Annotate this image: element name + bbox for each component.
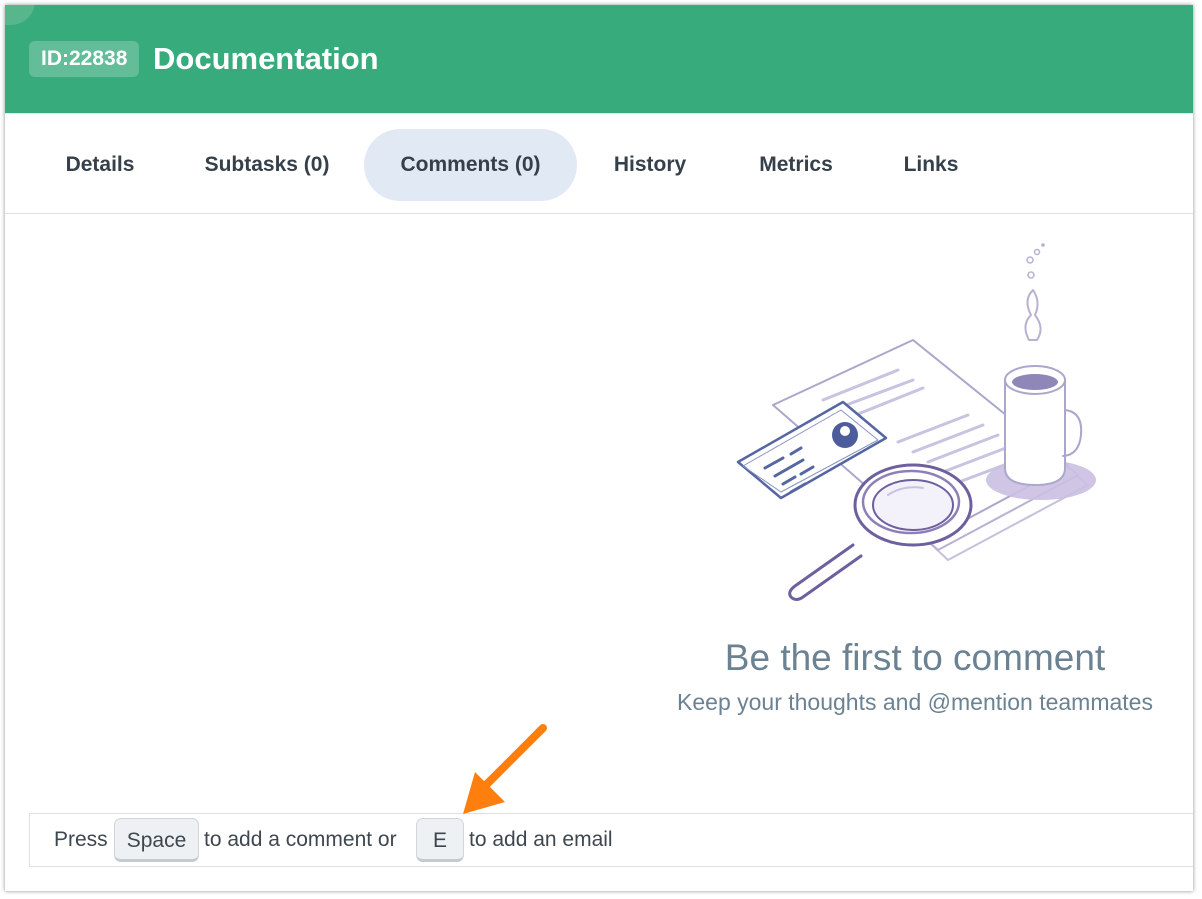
tab-comments[interactable]: Comments (0) <box>364 129 577 201</box>
e-key: E <box>416 818 464 862</box>
empty-state-subtitle: Keep your thoughts and @mention teammate… <box>677 689 1153 715</box>
hint-end-text: to add an email <box>469 828 613 851</box>
tab-metrics[interactable]: Metrics <box>745 129 847 201</box>
task-panel: ID:22838 Documentation Details Subtasks … <box>5 5 1193 891</box>
task-title[interactable]: Documentation <box>153 39 379 79</box>
task-header: ID:22838 Documentation <box>5 5 1193 113</box>
tab-history[interactable]: History <box>599 129 701 201</box>
tab-subtasks[interactable]: Subtasks (0) <box>195 129 339 201</box>
tab-details[interactable]: Details <box>39 129 161 201</box>
empty-state-title: Be the first to comment <box>724 637 1106 678</box>
task-id-badge[interactable]: ID:22838 <box>29 41 140 77</box>
corner-handle[interactable] <box>5 5 35 25</box>
arrow-pointer-icon <box>463 724 547 814</box>
tab-bar: Details Subtasks (0) Comments (0) Histor… <box>5 113 1193 214</box>
hint-press-text: Press <box>54 828 108 851</box>
comment-hint-bar[interactable]: Press Space to add a comment or E to add… <box>29 813 1193 867</box>
magnifier-coffee-documents-illustration <box>736 243 1096 601</box>
hint-middle-text: to add a comment or <box>204 828 397 851</box>
tab-links[interactable]: Links <box>891 129 971 201</box>
space-key: Space <box>114 818 199 862</box>
